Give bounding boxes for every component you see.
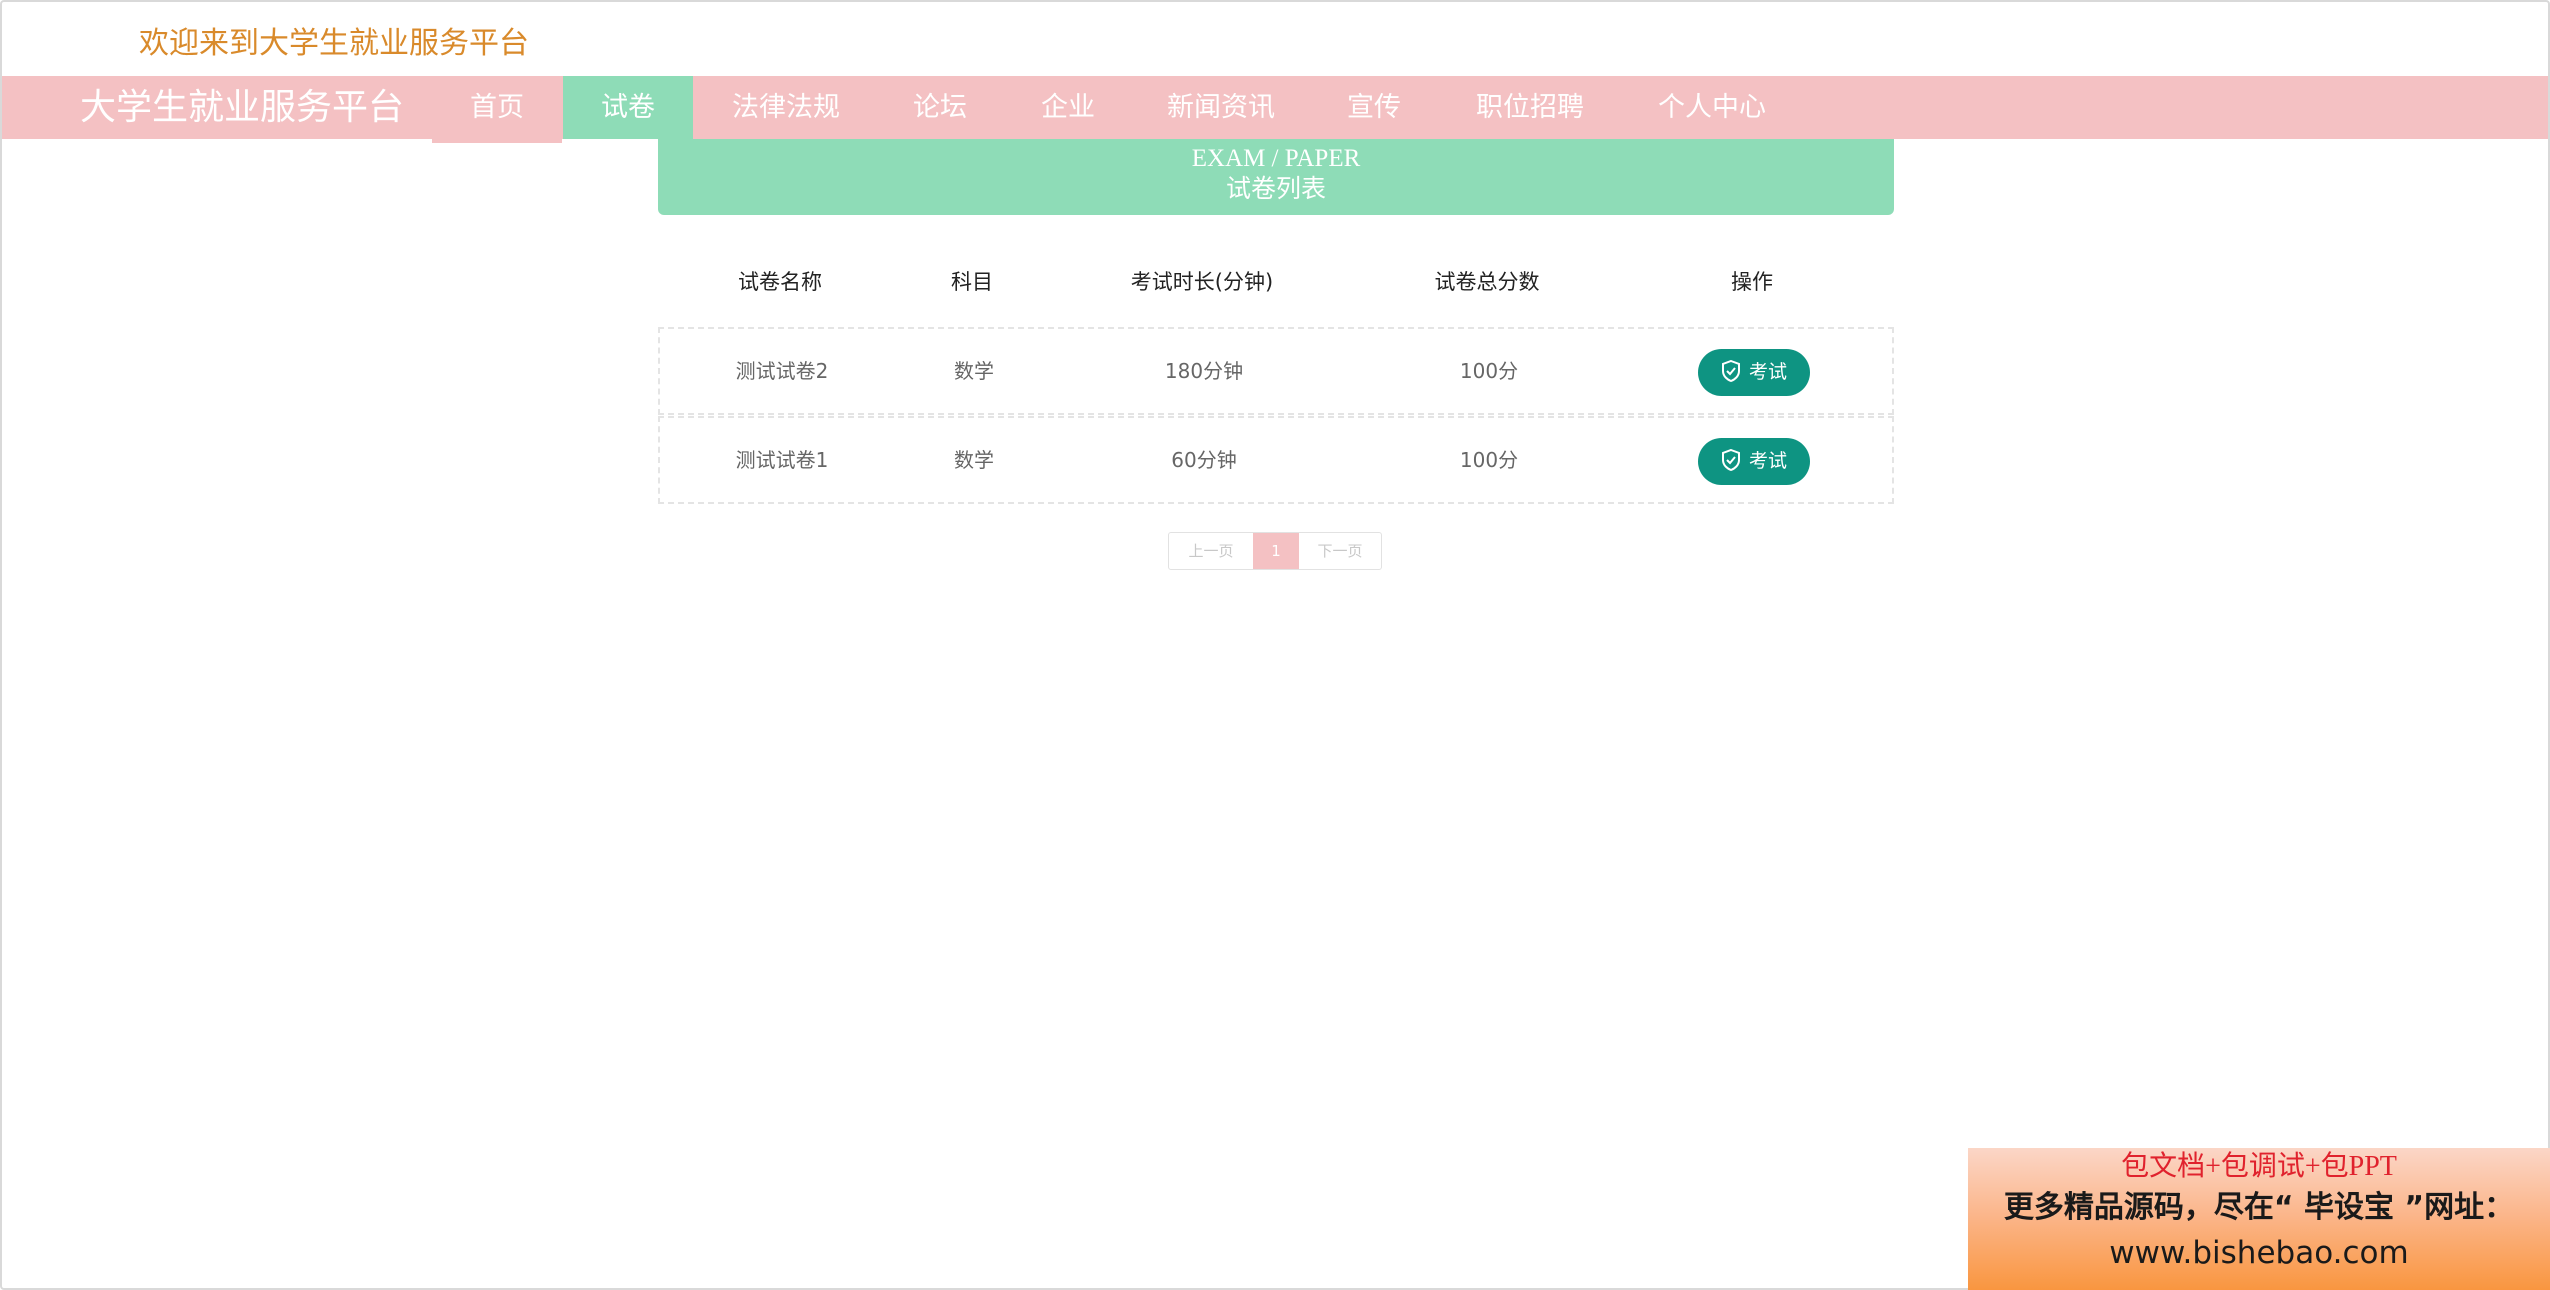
nav-item-label: 论坛: [913, 92, 967, 123]
site-brand[interactable]: 大学生就业服务平台: [80, 76, 404, 139]
nav-item-promotion[interactable]: 宣传: [1308, 76, 1440, 143]
nav-item-label: 试卷: [601, 92, 655, 123]
take-exam-label: 考试: [1748, 361, 1787, 383]
page-title-cn: 试卷列表: [1225, 174, 1326, 203]
cell-paper-name: 测试试卷2: [735, 359, 829, 383]
promo-line-1: 包文档+包调试+包PPT: [2121, 1151, 2397, 1182]
table-row: 测试试卷2 数学 180分钟 100分 考试: [658, 327, 1894, 415]
cell-score: 100分: [1459, 448, 1519, 472]
top-navbar: 大学生就业服务平台 首页 试卷 法律法规 论坛 企业 新闻资讯 宣传 职位招聘 …: [2, 76, 2548, 143]
nav-item-company[interactable]: 企业: [1002, 76, 1134, 143]
cell-subject: 数学: [954, 359, 994, 383]
shield-check-icon: [1721, 359, 1740, 382]
promo-line-2: 更多精品源码，尽在“ 毕设宝 ”网址：: [2003, 1190, 2515, 1225]
next-page-button[interactable]: 下一页: [1299, 533, 1381, 569]
nav-item-label: 个人中心: [1658, 92, 1766, 123]
promo-banner[interactable]: 包文档+包调试+包PPT 更多精品源码，尽在“ 毕设宝 ”网址： www.bis…: [1968, 1148, 2550, 1290]
nav-item-jobs[interactable]: 职位招聘: [1441, 76, 1619, 143]
nav-item-label: 职位招聘: [1476, 92, 1584, 123]
cell-score: 100分: [1459, 359, 1519, 383]
cell-subject: 数学: [954, 448, 994, 472]
pagination: 上一页 1 下一页: [1168, 532, 1382, 570]
nav-item-forum[interactable]: 论坛: [879, 76, 1001, 143]
cell-duration: 60分钟: [1171, 448, 1237, 472]
nav-item-personal-center[interactable]: 个人中心: [1620, 76, 1804, 143]
page-title-en: EXAM / PAPER: [1191, 145, 1361, 172]
current-page-button[interactable]: 1: [1253, 533, 1299, 569]
take-exam-button[interactable]: 考试: [1698, 438, 1810, 485]
take-exam-button[interactable]: 考试: [1698, 349, 1810, 396]
shield-check-icon: [1721, 448, 1740, 471]
column-header-name: 试卷名称: [738, 270, 822, 294]
table-row: 测试试卷1 数学 60分钟 100分 考试: [658, 416, 1894, 504]
nav-item-news[interactable]: 新闻资讯: [1135, 76, 1307, 143]
exam-paper-table: 试卷名称 科目 考试时长(分钟) 试卷总分数 操作 测试试卷2 数学 180分钟…: [658, 252, 1894, 504]
column-header-subject: 科目: [951, 270, 993, 294]
welcome-text: 欢迎来到大学生就业服务平台: [139, 26, 529, 61]
nav-item-label: 宣传: [1347, 92, 1401, 123]
nav-item-label: 新闻资讯: [1167, 92, 1275, 123]
column-header-duration: 考试时长(分钟): [1130, 270, 1274, 294]
table-header: 试卷名称 科目 考试时长(分钟) 试卷总分数 操作: [658, 252, 1894, 312]
prev-page-button[interactable]: 上一页: [1169, 533, 1253, 569]
column-header-actions: 操作: [1731, 270, 1773, 294]
nav-item-label: 企业: [1041, 92, 1095, 123]
nav-item-label: 首页: [470, 92, 524, 123]
nav-item-home[interactable]: 首页: [432, 76, 562, 143]
nav-item-exam[interactable]: 试卷: [563, 76, 693, 139]
take-exam-label: 考试: [1748, 450, 1787, 472]
nav-item-label: 法律法规: [732, 92, 840, 123]
page-title-banner: EXAM / PAPER 试卷列表: [658, 139, 1894, 215]
promo-url: www.bishebao.com: [2109, 1235, 2409, 1271]
table-body: 测试试卷2 数学 180分钟 100分 考试 测试试卷1 数学 60分钟 100…: [658, 327, 1894, 504]
column-header-score: 试卷总分数: [1434, 270, 1540, 294]
cell-paper-name: 测试试卷1: [735, 448, 829, 472]
nav-item-laws[interactable]: 法律法规: [694, 76, 878, 143]
cell-duration: 180分钟: [1164, 359, 1244, 383]
nav-underline: [432, 139, 562, 143]
